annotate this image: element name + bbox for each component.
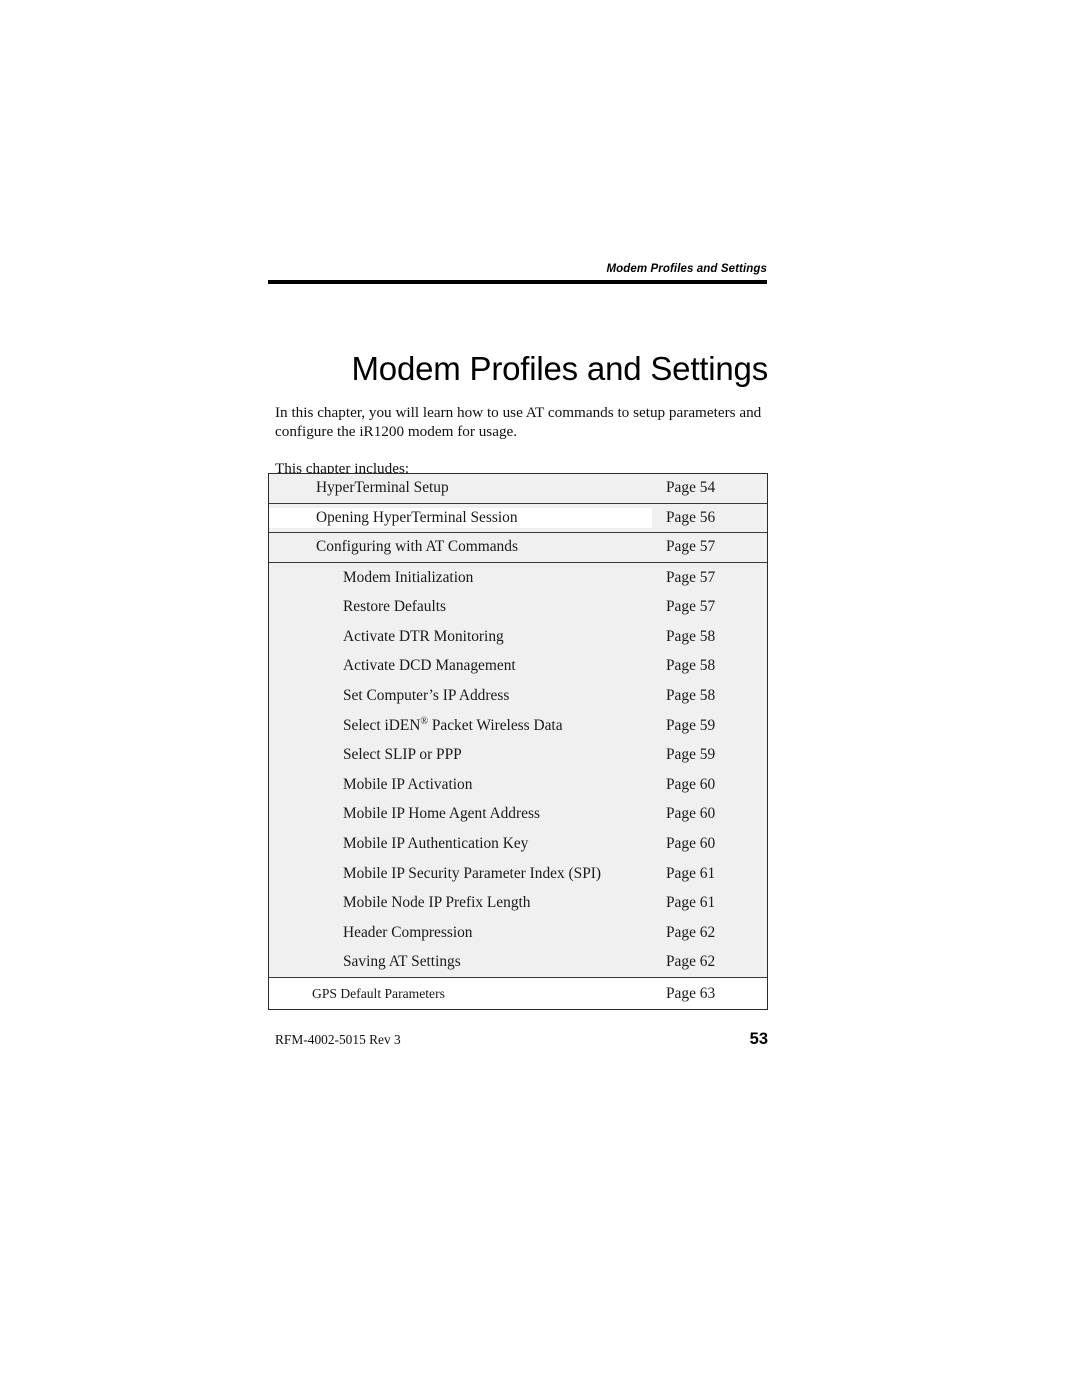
toc-entry-label: Mobile IP Security Parameter Index (SPI) xyxy=(343,864,602,882)
toc-entry-label: HyperTerminal Setup xyxy=(316,479,449,497)
table-row[interactable]: Saving AT Settings Page 62 xyxy=(269,948,767,978)
toc-entry-page: Page 62 xyxy=(666,953,716,971)
toc-entry-label: Select SLIP or PPP xyxy=(343,746,462,764)
table-row[interactable]: Select SLIP or PPP Page 59 xyxy=(269,740,767,770)
toc-entry-label: Mobile IP Authentication Key xyxy=(343,834,529,852)
footer-page-number: 53 xyxy=(749,1030,768,1048)
toc-entry-label: Activate DCD Management xyxy=(343,657,516,675)
toc-entry-page: Page 59 xyxy=(666,746,716,764)
table-row[interactable]: Restore Defaults Page 57 xyxy=(269,592,767,622)
table-row[interactable]: Header Compression Page 62 xyxy=(269,918,767,948)
table-row[interactable]: GPS Default Parameters Page 63 xyxy=(269,977,767,1010)
table-row[interactable]: Configuring with AT Commands Page 57 xyxy=(269,533,767,563)
intro-paragraph: In this chapter, you will learn how to u… xyxy=(275,404,762,440)
toc-entry-label: Select iDEN® Packet Wireless Data xyxy=(343,715,563,734)
page-title: Modem Profiles and Settings xyxy=(351,350,769,388)
toc-entry-page: Page 57 xyxy=(666,568,716,586)
toc-entry-page: Page 58 xyxy=(666,627,716,645)
toc-entry-page: Page 60 xyxy=(666,805,716,823)
toc-entry-page: Page 57 xyxy=(666,538,716,556)
table-row[interactable]: Modem Initialization Page 57 xyxy=(269,563,767,593)
toc-entry-label: Opening HyperTerminal Session xyxy=(269,507,652,528)
toc-entry-label: Header Compression xyxy=(343,923,473,941)
toc-entry-page: Page 56 xyxy=(666,508,716,526)
table-row[interactable]: Mobile IP Home Agent Address Page 60 xyxy=(269,800,767,830)
toc-entry-page: Page 59 xyxy=(666,716,716,734)
table-row[interactable]: Opening HyperTerminal Session Page 56 xyxy=(269,504,767,534)
table-row[interactable]: Mobile IP Security Parameter Index (SPI)… xyxy=(269,859,767,889)
table-row[interactable]: Activate DCD Management Page 58 xyxy=(269,652,767,682)
table-of-contents: HyperTerminal Setup Page 54 Opening HyperT… xyxy=(268,473,768,1011)
toc-entry-page: Page 58 xyxy=(666,657,716,675)
header-rule xyxy=(268,280,767,284)
toc-entry-label: GPS Default Parameters xyxy=(312,985,445,1001)
toc-entry-page: Page 61 xyxy=(666,864,716,882)
table-row[interactable]: Select iDEN® Packet Wireless Data Page 59 xyxy=(269,711,767,741)
toc-entry-page: Page 60 xyxy=(666,775,716,793)
toc-entry-page: Page 54 xyxy=(666,479,716,497)
toc-entry-label: Mobile IP Home Agent Address xyxy=(343,805,540,823)
toc-entry-page: Page 58 xyxy=(666,686,716,704)
table-row[interactable]: HyperTerminal Setup Page 54 xyxy=(269,474,767,504)
toc-entry-label: Set Computer’s IP Address xyxy=(343,686,510,704)
table-row[interactable]: Set Computer’s IP Address Page 58 xyxy=(269,681,767,711)
registered-trademark-icon: ® xyxy=(420,715,428,727)
toc-entry-page: Page 57 xyxy=(666,598,716,616)
toc-entry-label: Activate DTR Monitoring xyxy=(343,627,504,645)
toc-entry-label: Saving AT Settings xyxy=(343,953,461,971)
table-row[interactable]: Mobile IP Activation Page 60 xyxy=(269,770,767,800)
toc-entry-page: Page 62 xyxy=(666,923,716,941)
document-page: Modem Profiles and Settings Modem Profil… xyxy=(0,0,1080,1397)
toc-entry-label: Restore Defaults xyxy=(343,598,447,616)
table-row[interactable]: Mobile IP Authentication Key Page 60 xyxy=(269,829,767,859)
table-row[interactable]: Mobile Node IP Prefix Length Page 61 xyxy=(269,888,767,918)
toc-entry-label: Configuring with AT Commands xyxy=(316,538,518,556)
toc-entry-label: Mobile IP Activation xyxy=(343,775,473,793)
toc-entry-page: Page 61 xyxy=(666,894,716,912)
running-header: Modem Profiles and Settings xyxy=(606,263,767,275)
toc-entry-page: Page 63 xyxy=(666,984,716,1002)
toc-entry-page: Page 60 xyxy=(666,834,716,852)
footer-document-id: RFM-4002-5015 Rev 3 xyxy=(275,1032,401,1047)
table-row[interactable]: Activate DTR Monitoring Page 58 xyxy=(269,622,767,652)
toc-entry-label: Mobile Node IP Prefix Length xyxy=(343,894,531,912)
toc-entry-label: Modem Initialization xyxy=(343,568,474,586)
